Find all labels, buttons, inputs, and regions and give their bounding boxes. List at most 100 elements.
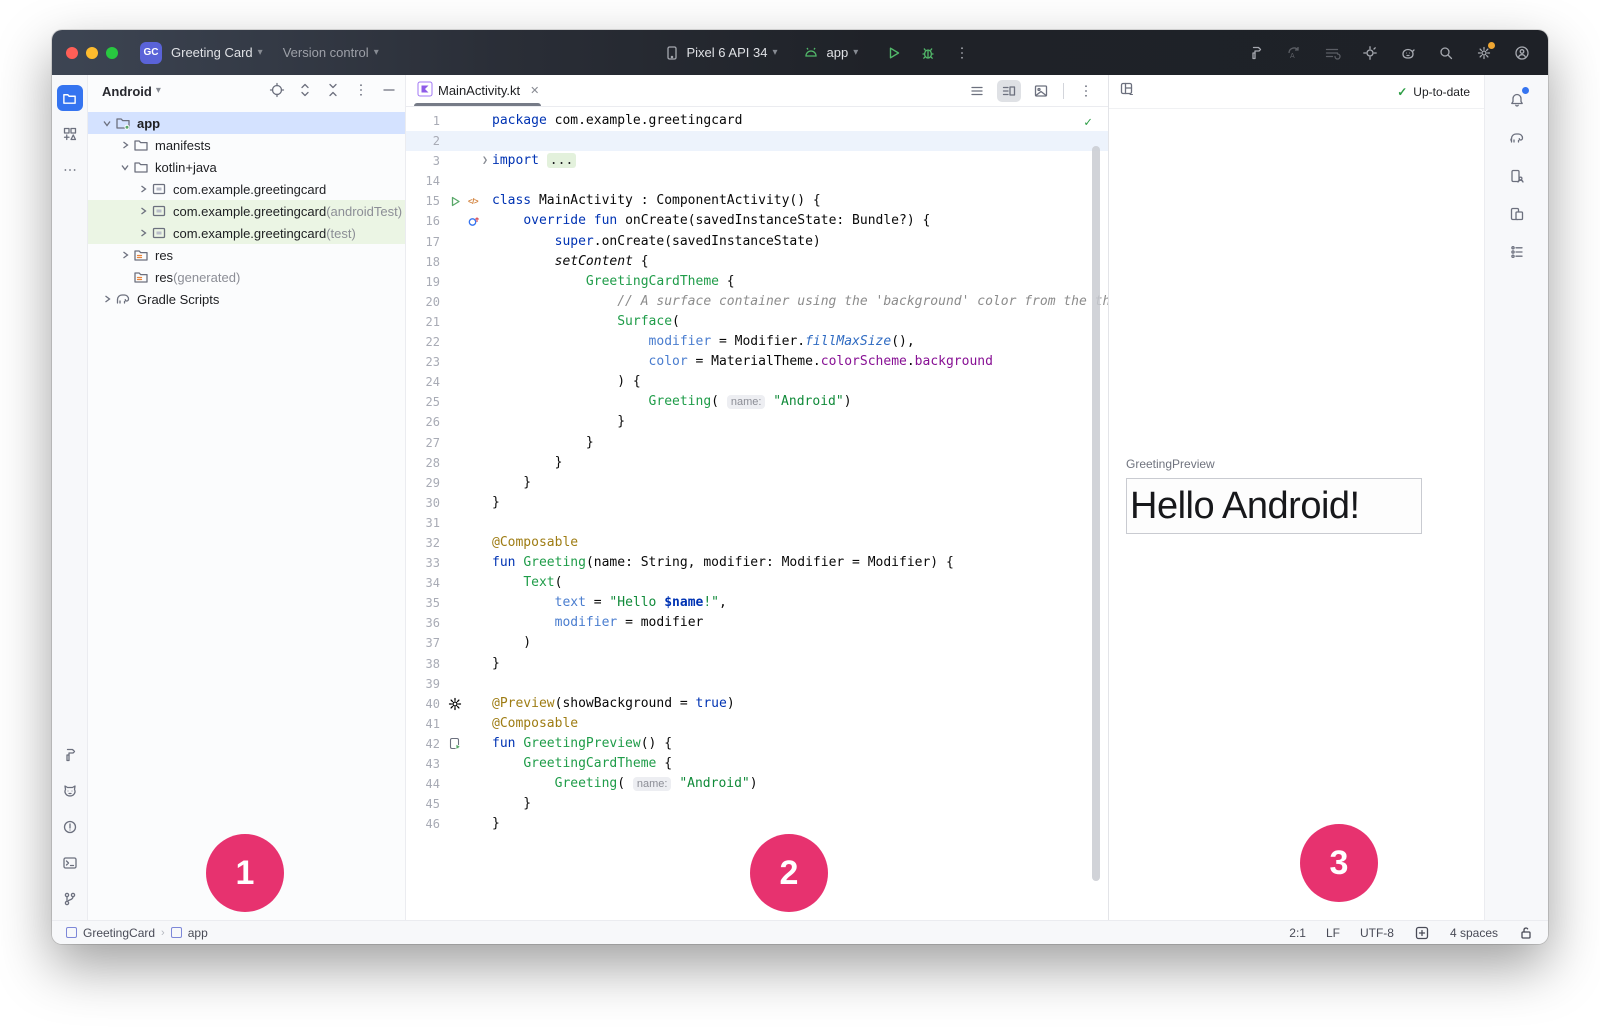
gutter[interactable]: 23 [406, 352, 492, 372]
gutter[interactable]: 31 [406, 513, 492, 533]
close-window-button[interactable] [66, 47, 78, 59]
gutter[interactable]: 34 [406, 573, 492, 593]
code-line-45[interactable]: 45 } [406, 794, 1108, 814]
code-line-35[interactable]: 35 text = "Hello $name!", [406, 593, 1108, 613]
run-gutter-icon[interactable] [447, 193, 463, 209]
gradle-tool-button[interactable] [1504, 125, 1530, 151]
chevron-right-icon[interactable] [136, 184, 150, 194]
run-button[interactable] [884, 43, 904, 63]
resource-manager-button[interactable] [57, 121, 83, 147]
tree-item-res[interactable]: res (generated) [88, 266, 405, 288]
gutter[interactable]: 17 [406, 232, 492, 252]
search-icon[interactable] [1436, 43, 1456, 63]
logcat-tool-button[interactable] [57, 778, 83, 804]
code-line-14[interactable]: 14 [406, 171, 1108, 191]
code-line-38[interactable]: 38} [406, 654, 1108, 674]
code-line-29[interactable]: 29 } [406, 473, 1108, 493]
preview-layout-icon[interactable] [1119, 81, 1135, 102]
encoding-widget[interactable]: UTF-8 [1360, 926, 1394, 940]
inspections-ok-icon[interactable]: ✓ [1084, 115, 1092, 130]
more-tools-button[interactable] [57, 157, 83, 183]
minimize-window-button[interactable] [86, 47, 98, 59]
code-line-31[interactable]: 31 [406, 513, 1108, 533]
code-line-24[interactable]: 24 ) { [406, 372, 1108, 392]
gutter[interactable]: 1 [406, 111, 492, 131]
code-line-22[interactable]: 22 modifier = Modifier.fillMaxSize(), [406, 332, 1108, 352]
code-line-17[interactable]: 17 super.onCreate(savedInstanceState) [406, 232, 1108, 252]
code-line-1[interactable]: 1package com.example.greetingcard [406, 111, 1108, 131]
account-icon[interactable] [1512, 43, 1532, 63]
zoom-window-button[interactable] [106, 47, 118, 59]
collapse-all-icon[interactable] [325, 82, 341, 101]
gutter[interactable]: 16 [406, 211, 492, 231]
editor-options-icon[interactable] [1074, 80, 1098, 102]
build-icon[interactable] [1246, 43, 1266, 63]
project-tool-button[interactable] [57, 85, 83, 111]
device-manager-button[interactable] [1504, 163, 1530, 189]
code-line-26[interactable]: 26 } [406, 412, 1108, 432]
terminal-tool-button[interactable] [57, 850, 83, 876]
gutter[interactable]: 35 [406, 593, 492, 613]
preview-run-gutter-icon[interactable] [447, 736, 463, 752]
tree-item-res[interactable]: res [88, 244, 405, 266]
design-view-button[interactable] [1029, 80, 1053, 102]
code-line-44[interactable]: 44 Greeting( name: "Android") [406, 774, 1108, 794]
ai-assistant-icon[interactable] [1398, 43, 1418, 63]
code-line-36[interactable]: 36 modifier = modifier [406, 613, 1108, 633]
gutter[interactable]: 18 [406, 252, 492, 272]
caret-position-widget[interactable]: 2:1 [1289, 926, 1306, 940]
gutter[interactable]: 46 [406, 814, 492, 834]
gutter[interactable]: 29 [406, 473, 492, 493]
debug-button[interactable] [918, 43, 938, 63]
gutter[interactable]: 21 [406, 312, 492, 332]
settings-icon[interactable] [1474, 43, 1494, 63]
code-line-33[interactable]: 33fun Greeting(name: String, modifier: M… [406, 553, 1108, 573]
gutter[interactable]: 39 [406, 674, 492, 694]
gutter[interactable]: 32 [406, 533, 492, 553]
running-devices-button[interactable] [1504, 201, 1530, 227]
breadcrumb-project[interactable]: GreetingCard [83, 926, 155, 940]
gutter[interactable]: 27 [406, 433, 492, 453]
sync-icon[interactable] [1322, 43, 1342, 63]
device-selector[interactable]: Pixel 6 API 34 ▾ [662, 43, 778, 63]
project-view-selector[interactable]: Android [102, 84, 152, 99]
code-line-20[interactable]: 20 // A surface container using the 'bac… [406, 292, 1108, 312]
tree-item-app[interactable]: app [88, 112, 405, 134]
code-line-2[interactable]: 2 [406, 131, 1108, 151]
structure-tool-button[interactable] [1504, 239, 1530, 265]
build-tool-button[interactable] [57, 742, 83, 768]
tree-item-com-example-greetingcard[interactable]: com.example.greetingcard (androidTest) [88, 200, 405, 222]
gutter[interactable]: 44 [406, 774, 492, 794]
gutter[interactable]: 22 [406, 332, 492, 352]
problems-tool-button[interactable] [57, 814, 83, 840]
code-line-3[interactable]: 3❯import ... [406, 151, 1108, 171]
gutter[interactable]: 30 [406, 493, 492, 513]
chevron-right-icon[interactable] [136, 206, 150, 216]
code-line-23[interactable]: 23 color = MaterialTheme.colorScheme.bac… [406, 352, 1108, 372]
gutter[interactable]: 38 [406, 654, 492, 674]
gutter[interactable]: 45 [406, 794, 492, 814]
code-line-42[interactable]: 42fun GreetingPreview() { [406, 734, 1108, 754]
project-menu[interactable]: Greeting Card ▾ [171, 45, 263, 60]
hide-panel-icon[interactable] [381, 82, 397, 101]
gutter[interactable]: 3❯ [406, 151, 492, 171]
gutter[interactable]: 36 [406, 613, 492, 633]
code-line-28[interactable]: 28 } [406, 453, 1108, 473]
chevron-right-icon[interactable] [100, 294, 114, 304]
profiler-icon[interactable]: A [1284, 43, 1304, 63]
gutter[interactable]: 2 [406, 131, 492, 151]
code-line-39[interactable]: 39 [406, 674, 1108, 694]
code-line-37[interactable]: 37 ) [406, 633, 1108, 653]
chevron-down-icon[interactable] [100, 118, 114, 128]
tree-item-gradle-scripts[interactable]: Gradle Scripts [88, 288, 405, 310]
gutter[interactable]: 41 [406, 714, 492, 734]
gutter[interactable]: 15</> [406, 191, 492, 211]
tab-mainactivity[interactable]: MainActivity.kt ✕ [406, 75, 549, 106]
chevron-right-icon[interactable] [118, 140, 132, 150]
gutter[interactable]: 25 [406, 392, 492, 412]
indent-widget[interactable]: 4 spaces [1450, 926, 1498, 940]
gutter[interactable]: 28 [406, 453, 492, 473]
tree-item-com-example-greetingcard[interactable]: com.example.greetingcard [88, 178, 405, 200]
lock-icon[interactable] [1518, 925, 1534, 941]
notifications-button[interactable] [1504, 87, 1530, 113]
